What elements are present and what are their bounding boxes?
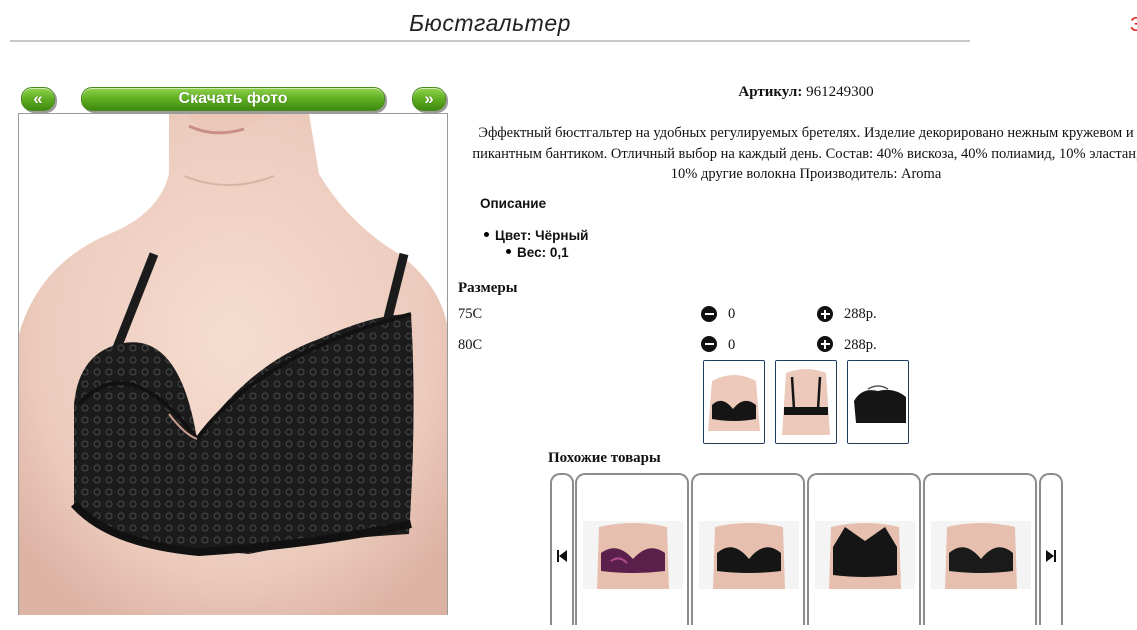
- carousel-next-button[interactable]: [1039, 473, 1063, 625]
- thumbnail-image: [704, 361, 764, 443]
- bullet-icon: [506, 248, 511, 254]
- bullet-icon: [484, 231, 489, 237]
- sku-line: Артикул: 961249300: [600, 84, 1012, 101]
- quantity-value: 0: [728, 306, 736, 322]
- similar-product-card[interactable]: [691, 473, 805, 625]
- photo-thumbnail-back[interactable]: [775, 360, 837, 444]
- description-heading: Описание: [480, 196, 547, 211]
- minus-circle-icon[interactable]: [701, 306, 717, 322]
- next-photo-button[interactable]: »: [412, 87, 446, 111]
- similar-product-image: [931, 521, 1031, 589]
- download-photo-button[interactable]: Скачать фото: [81, 87, 385, 111]
- quantity-value: 0: [728, 337, 736, 353]
- sizes-heading: Размеры: [458, 280, 518, 296]
- skip-back-icon: [557, 550, 567, 562]
- skip-forward-icon: [1046, 550, 1056, 562]
- plus-circle-icon[interactable]: [817, 306, 833, 322]
- similar-product-card[interactable]: [923, 473, 1037, 625]
- carousel-prev-button[interactable]: [550, 473, 574, 625]
- main-product-photo[interactable]: [18, 113, 448, 615]
- size-label: 75C: [458, 306, 483, 322]
- price: 288р.: [844, 337, 877, 353]
- page-title: Бюстгальтер: [409, 10, 571, 36]
- minus-circle-icon[interactable]: [701, 336, 717, 352]
- photo-thumbnail-front[interactable]: [703, 360, 765, 444]
- attribute-weight: Вес: 0,1: [506, 245, 569, 260]
- plus-circle-icon[interactable]: [817, 336, 833, 352]
- thumbnail-image: [776, 361, 836, 443]
- sku-value: 961249300: [806, 84, 874, 100]
- attribute-weight-label: Вес: 0,1: [517, 245, 569, 260]
- product-description: Эффектный бюстгальтер на удобных регулир…: [472, 125, 1137, 182]
- price: 288р.: [844, 306, 877, 322]
- attribute-color: Цвет: Чёрный: [484, 228, 588, 243]
- photo-thumbnail-detail[interactable]: [847, 360, 909, 444]
- similar-product-image: [583, 521, 683, 589]
- similar-products-heading: Похожие товары: [548, 450, 661, 466]
- similar-product-card[interactable]: [575, 473, 689, 625]
- product-photo-image: [19, 114, 447, 615]
- similar-product-image: [699, 521, 799, 589]
- prev-photo-button[interactable]: «: [21, 87, 55, 111]
- similar-product-card[interactable]: [807, 473, 921, 625]
- sku-label: Артикул:: [738, 84, 803, 100]
- size-label: 80C: [458, 337, 483, 353]
- title-divider: [10, 40, 970, 42]
- attribute-color-label: Цвет: Чёрный: [495, 228, 589, 243]
- similar-product-image: [815, 521, 915, 589]
- edge-mark: З: [1130, 14, 1137, 36]
- thumbnail-image: [848, 361, 908, 443]
